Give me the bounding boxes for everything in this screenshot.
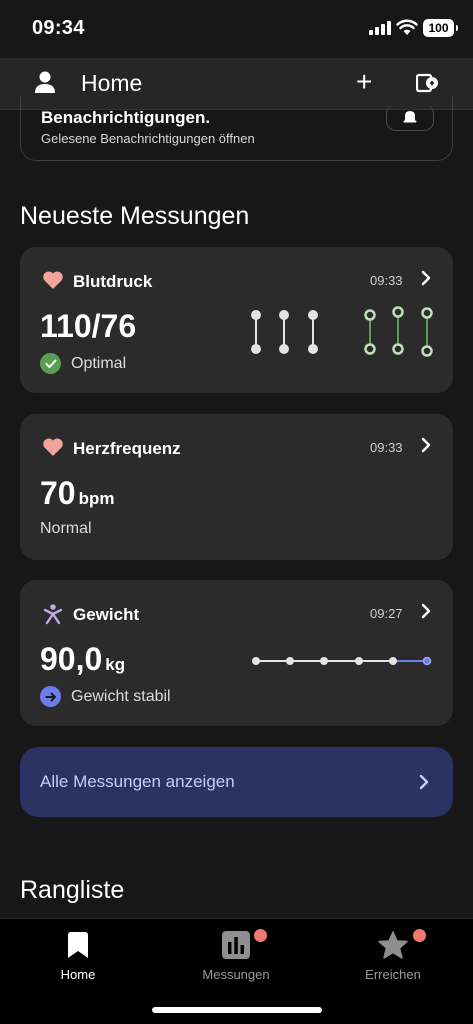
home-indicator xyxy=(152,1007,322,1013)
add-icon[interactable]: + xyxy=(356,68,372,96)
ranking-title: Rangliste xyxy=(20,876,125,904)
weight-point xyxy=(320,657,328,665)
bp-reading-4 xyxy=(364,309,376,355)
card-status: Normal xyxy=(40,520,92,538)
weight-point xyxy=(355,657,363,665)
all-measurements-label: Alle Messungen anzeigen xyxy=(40,772,235,791)
notification-title: Benachrichtigungen. xyxy=(41,108,211,127)
tab-label: Home xyxy=(60,967,96,982)
weight-point xyxy=(389,657,397,665)
notification-badge xyxy=(413,929,426,942)
card-title: Herzfrequenz xyxy=(73,439,181,458)
signal-icon xyxy=(369,21,391,35)
chevron-right-icon xyxy=(421,437,431,453)
weight-point xyxy=(422,656,432,666)
user-icon[interactable] xyxy=(34,70,56,94)
tab-measurements[interactable]: Messungen xyxy=(176,927,296,982)
tab-label: Messungen xyxy=(202,967,270,982)
notification-card[interactable]: Benachrichtigungen. Gelesene Benachricht… xyxy=(20,96,453,161)
weight-point xyxy=(252,657,260,665)
page-title: Home xyxy=(81,70,143,96)
bp-reading-1 xyxy=(251,310,261,354)
bp-reading-2 xyxy=(279,310,289,354)
tab-home[interactable]: Home xyxy=(18,927,138,982)
card-value-unit: bpm xyxy=(78,489,115,508)
star-icon xyxy=(378,931,408,959)
heart-icon xyxy=(43,438,63,456)
wifi-icon xyxy=(396,19,418,35)
notification-badge xyxy=(254,929,267,942)
bp-reading-6 xyxy=(421,307,433,357)
battery-icon: 100 xyxy=(423,19,458,37)
bar-chart-icon xyxy=(222,931,250,959)
bp-reading-3 xyxy=(308,310,318,354)
latest-measurements-title: Neueste Messungen xyxy=(20,202,250,230)
card-value-number: 70 xyxy=(40,475,76,511)
heart-rate-card[interactable]: Herzfrequenz 09:33 70 bpm Normal xyxy=(20,414,453,560)
card-time: 09:33 xyxy=(370,440,403,455)
status-bar: 09:34 100 xyxy=(0,0,473,58)
weight-point xyxy=(286,657,294,665)
chevron-right-icon xyxy=(419,774,429,790)
tab-label: Erreichen xyxy=(365,967,421,982)
bell-icon xyxy=(403,111,417,123)
bell-button[interactable] xyxy=(386,104,434,131)
device-sync-icon[interactable] xyxy=(416,72,440,94)
bookmark-icon xyxy=(68,932,88,958)
status-time: 09:34 xyxy=(32,17,85,39)
all-measurements-button[interactable]: Alle Messungen anzeigen xyxy=(20,747,453,817)
blood-pressure-card[interactable]: Blutdruck 09:33 110/76 Optimal xyxy=(20,247,453,393)
weight-sparkline xyxy=(252,656,432,666)
notification-subtitle: Gelesene Benachrichtigungen öffnen xyxy=(41,131,255,146)
weight-card[interactable]: Gewicht 09:27 90,0 kg Gewicht stabil xyxy=(20,580,453,726)
bp-reading-5 xyxy=(392,306,404,355)
card-value: 70 bpm xyxy=(40,475,114,512)
tab-achievements[interactable]: Erreichen xyxy=(333,927,453,982)
blood-pressure-sparkline xyxy=(251,306,433,357)
card-status-label: Normal xyxy=(40,520,92,537)
